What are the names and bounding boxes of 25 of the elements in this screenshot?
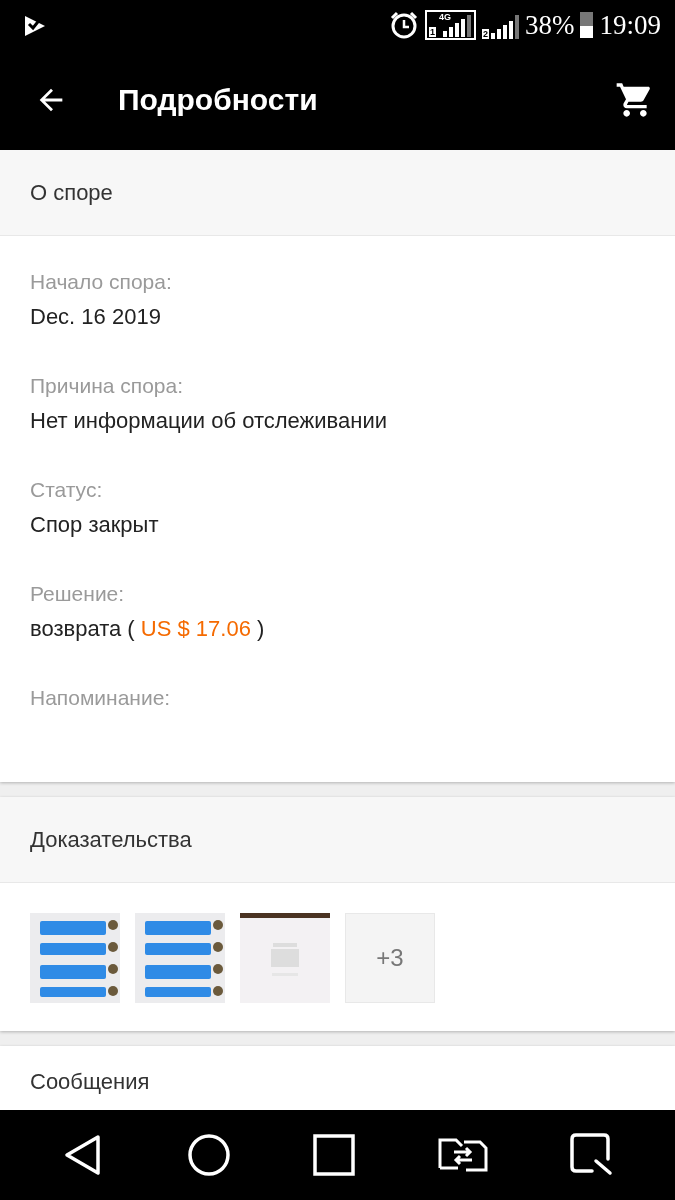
sim-number: 1 — [428, 27, 436, 37]
screenshot-icon[interactable] — [569, 1133, 614, 1177]
network-type: 4G — [438, 12, 451, 22]
field-value: возврата ( US $ 17.06 ) — [30, 615, 266, 643]
sim-switch-icon[interactable] — [437, 1138, 488, 1172]
field-value: Нет информации об отслеживании — [30, 407, 388, 435]
section-title: О споре — [30, 179, 113, 206]
more-photos-button[interactable]: +3 — [345, 913, 435, 1003]
field-value: Спор закрыт — [30, 511, 160, 539]
field-value: Dec. 16 2019 — [30, 303, 162, 331]
battery-percent: 38% — [525, 9, 575, 41]
field-label: Начало спора: — [30, 269, 173, 295]
home-nav-icon[interactable] — [187, 1133, 232, 1177]
sim-number: 2 — [481, 29, 489, 39]
section-title: Доказательства — [30, 826, 192, 853]
recents-nav-icon[interactable] — [313, 1134, 356, 1176]
page-title: Подробности — [118, 83, 319, 117]
field-label: Напоминание: — [30, 685, 172, 711]
field-label: Статус: — [30, 477, 104, 503]
clock: 19:09 — [599, 9, 661, 41]
section-title: Сообщения — [30, 1069, 150, 1094]
alarm-icon — [388, 10, 419, 40]
field-label: Причина спора: — [30, 373, 185, 399]
field-label: Решение: — [30, 581, 126, 607]
battery-icon — [580, 12, 594, 38]
